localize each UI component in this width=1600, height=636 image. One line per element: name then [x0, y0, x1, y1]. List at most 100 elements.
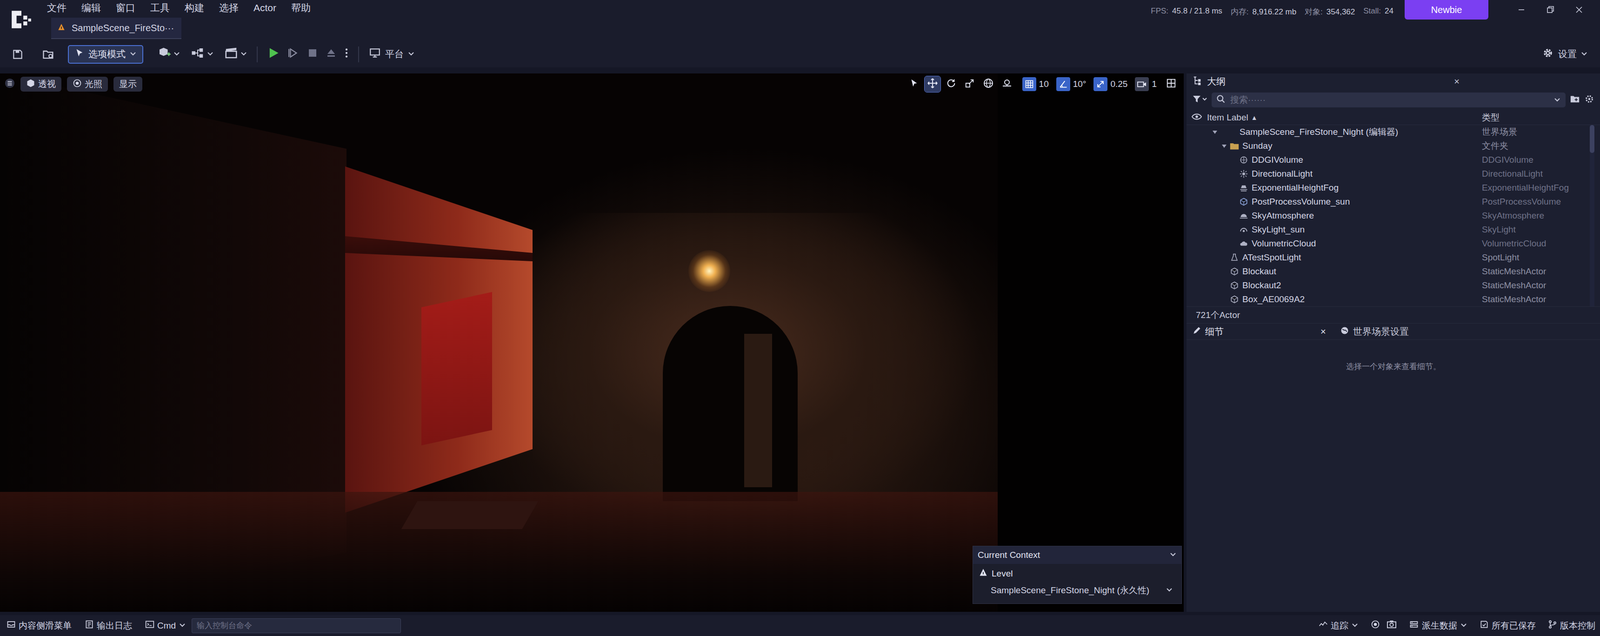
settings-label[interactable]: 设置: [1558, 47, 1577, 61]
close-icon[interactable]: [1564, 0, 1594, 20]
filter-icon[interactable]: [1192, 94, 1208, 107]
outliner-row[interactable]: SkyLight_sunSkyLight: [1186, 222, 1600, 237]
viewport-button-label[interactable]: 透视: [38, 78, 56, 91]
snap-toggle[interactable]: [1134, 77, 1149, 92]
viewport-button[interactable]: 显示: [113, 76, 143, 92]
snap-value[interactable]: 10: [1039, 79, 1049, 90]
add-actor-icon[interactable]: [157, 46, 172, 63]
level-name[interactable]: SampleScene_FireStone_Night (永久性): [990, 584, 1150, 597]
outliner-tab[interactable]: 大纲 ×: [1186, 73, 1600, 90]
transform-tool[interactable]: [906, 76, 922, 93]
level-dropdown[interactable]: SampleScene_FireStone_Night (永久性): [986, 582, 1177, 600]
angle-snap[interactable]: 10°: [1056, 77, 1087, 92]
details-tab[interactable]: 细节 ×: [1192, 325, 1336, 339]
outliner-row[interactable]: SampleScene_FireStone_Night (编辑器)世界场景: [1186, 125, 1600, 140]
viewport-button-label[interactable]: 显示: [119, 78, 137, 91]
account-button[interactable]: Newbie: [1404, 0, 1489, 20]
status-label[interactable]: 派生数据: [1421, 620, 1458, 633]
console-field[interactable]: [191, 618, 401, 634]
tab-label[interactable]: 细节: [1205, 325, 1224, 339]
menu-item[interactable]: 帮助: [291, 0, 311, 16]
outliner-row[interactable]: PostProcessVolume_sunPostProcessVolume: [1186, 194, 1600, 209]
status-button[interactable]: 所有已保存: [1479, 620, 1536, 633]
details-tab[interactable]: 世界场景设置: [1340, 325, 1409, 339]
chevron-icon[interactable]: [1553, 94, 1561, 106]
expander[interactable]: [1220, 142, 1229, 150]
blueprint-button[interactable]: [190, 46, 214, 63]
close-tab[interactable]: ×: [1453, 76, 1460, 87]
logo-icon[interactable]: [9, 7, 34, 34]
search-input[interactable]: [1229, 94, 1550, 106]
outliner-row[interactable]: VolumetricCloudVolumetricCloud: [1186, 236, 1600, 251]
status-button[interactable]: 追踪: [1318, 620, 1359, 633]
menu-item[interactable]: Actor: [253, 1, 277, 15]
outliner-row[interactable]: Sunday文件夹: [1186, 139, 1600, 154]
snap-value[interactable]: 1: [1151, 79, 1157, 90]
tab-label[interactable]: 世界场景设置: [1353, 325, 1409, 339]
stop-icon[interactable]: [306, 47, 319, 61]
menu-item[interactable]: 工具: [150, 0, 170, 16]
more-icon[interactable]: [344, 46, 349, 62]
outliner-tab-label[interactable]: 大纲: [1206, 75, 1226, 88]
console-input[interactable]: [195, 620, 397, 632]
snap-value-label[interactable]: 10: [1039, 79, 1049, 89]
snap-toggle[interactable]: [1022, 77, 1037, 92]
outliner-row[interactable]: DirectionalLightDirectionalLight: [1186, 166, 1600, 181]
screenshot-icon[interactable]: [1386, 620, 1397, 632]
snap-value[interactable]: 10°: [1073, 79, 1087, 90]
world-local[interactable]: [980, 76, 997, 93]
menu-item[interactable]: 选择: [219, 0, 239, 16]
content-browser-icon[interactable]: [41, 47, 55, 61]
cinematics-button[interactable]: [224, 46, 248, 63]
close-tab[interactable]: ×: [1320, 326, 1327, 338]
snap-value-label[interactable]: 10°: [1073, 79, 1087, 89]
outliner-row[interactable]: BlockautStaticMeshActor: [1186, 264, 1600, 279]
column-header[interactable]: Item Label▲: [1206, 112, 1482, 123]
search-field[interactable]: [1211, 92, 1566, 108]
expander[interactable]: [1210, 128, 1220, 136]
eject-icon[interactable]: [325, 47, 337, 61]
outliner-row[interactable]: Box_AE0069A2StaticMeshActor: [1186, 292, 1600, 307]
menu-item[interactable]: 文件: [46, 0, 67, 16]
surface-snap[interactable]: [999, 76, 1015, 93]
snap-toggle[interactable]: [1093, 77, 1108, 92]
menu-item[interactable]: 编辑: [81, 0, 101, 16]
scale-snap[interactable]: 0.25: [1093, 77, 1128, 92]
cmd-label[interactable]: Cmd: [157, 620, 176, 632]
minimize-icon[interactable]: [1506, 0, 1536, 20]
settings-icon[interactable]: [1584, 93, 1595, 107]
status-label[interactable]: 输出日志: [96, 620, 133, 633]
viewport-menu-icon[interactable]: [4, 78, 15, 91]
grid-snap[interactable]: 10: [1022, 77, 1049, 92]
outliner-row[interactable]: ATestSpotLightSpotLight: [1186, 250, 1600, 265]
settings-button[interactable]: 设置: [1541, 46, 1588, 62]
add-actor-button[interactable]: [157, 46, 181, 63]
mode-button[interactable]: 选项模式: [67, 45, 144, 64]
new-folder-icon[interactable]: [1569, 93, 1581, 107]
blueprint-icon[interactable]: [190, 46, 205, 63]
transform-tool[interactable]: [924, 76, 941, 93]
status-button[interactable]: 版本控制: [1547, 620, 1596, 633]
save-icon[interactable]: [11, 48, 25, 61]
snap-toggle[interactable]: [1056, 77, 1071, 92]
chevron-icon[interactable]: [1169, 550, 1177, 561]
outliner-row[interactable]: ExponentialHeightFogExponentialHeightFog: [1186, 180, 1600, 195]
status-button[interactable]: 派生数据: [1408, 620, 1468, 633]
platform-button[interactable]: 平台: [368, 46, 415, 62]
column-label[interactable]: 类型: [1481, 111, 1500, 124]
viewport-render[interactable]: [0, 73, 1184, 613]
status-label[interactable]: 内容侧滑菜单: [18, 620, 72, 633]
viewport-button-label[interactable]: 光照: [84, 78, 103, 91]
step-icon[interactable]: [287, 46, 300, 62]
snap-value[interactable]: 0.25: [1110, 79, 1128, 90]
platform-label[interactable]: 平台: [385, 47, 404, 61]
status-button[interactable]: 输出日志: [84, 620, 133, 633]
viewport-button[interactable]: 光照: [66, 76, 108, 92]
document-tab[interactable]: SampleScene_FireSto···: [51, 17, 182, 40]
play-icon[interactable]: [266, 46, 280, 62]
scrollbar[interactable]: [1589, 125, 1595, 307]
layout-button[interactable]: [1163, 76, 1180, 93]
viewport-button[interactable]: 透视: [20, 76, 62, 92]
outliner-row[interactable]: DDGIVolumeDDGIVolume: [1186, 153, 1600, 167]
account-label[interactable]: Newbie: [1431, 4, 1463, 16]
